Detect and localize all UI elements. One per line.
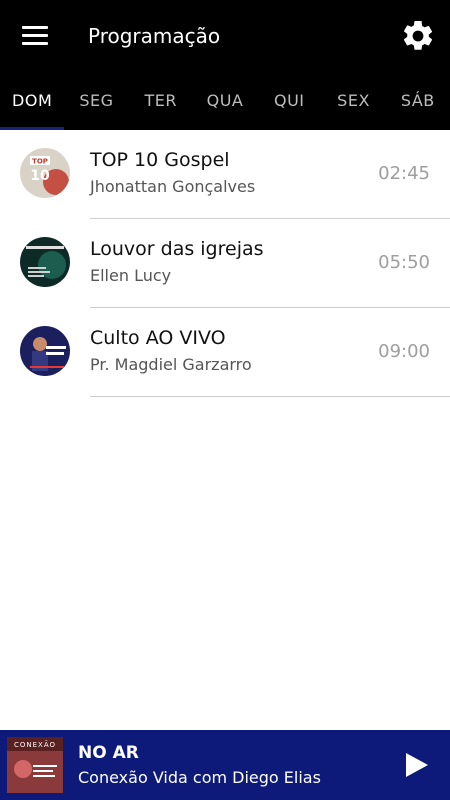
program-title: TOP 10 Gospel [90,149,230,171]
svg-text:TOP: TOP [32,158,48,166]
program-time: 05:50 [378,252,430,273]
tab-sex[interactable]: SEX [321,72,385,130]
list-item[interactable]: Culto AO VIVO Pr. Magdiel Garzarro 09:00 [0,308,450,397]
program-thumbnail: TOP 10 [20,148,70,198]
now-playing-status: NO AR [78,743,139,763]
tab-qua[interactable]: QUA [193,72,257,130]
svg-text:10: 10 [30,168,50,184]
now-playing-program: Conexão Vida com Diego Elias [78,768,321,787]
hamburger-menu-icon[interactable] [20,24,50,48]
program-host: Pr. Magdiel Garzarro [90,355,252,374]
svg-text:CONEXÃO: CONEXÃO [14,740,56,749]
tab-seg[interactable]: SEG [64,72,128,130]
program-thumbnail [20,237,70,287]
program-host: Jhonattan Gonçalves [90,177,256,196]
schedule-list: TOP 10 TOP 10 Gospel Jhonattan Gonçalves… [0,130,450,397]
program-host: Ellen Lucy [90,266,172,285]
program-time: 09:00 [378,341,430,362]
divider [90,396,450,397]
gear-icon[interactable] [400,18,436,54]
now-playing-thumbnail: CONEXÃO [7,737,63,793]
tab-qui[interactable]: QUI [257,72,321,130]
program-title: Louvor das igrejas [90,238,264,260]
tab-dom[interactable]: DOM [0,72,65,130]
day-tabs: DOM SEG TER QUA QUI SEX SÁB [0,72,450,130]
tab-sab[interactable]: SÁB [386,72,450,130]
page-title: Programação [88,24,221,48]
play-icon[interactable] [400,748,434,782]
now-playing-bar[interactable]: CONEXÃO NO AR Conexão Vida com Diego Eli… [0,730,450,800]
program-title: Culto AO VIVO [90,327,226,349]
app-bar: Programação [0,0,450,72]
tab-ter[interactable]: TER [129,72,193,130]
list-item[interactable]: Louvor das igrejas Ellen Lucy 05:50 [0,219,450,308]
list-item[interactable]: TOP 10 TOP 10 Gospel Jhonattan Gonçalves… [0,130,450,219]
program-thumbnail [20,326,70,376]
program-time: 02:45 [378,163,430,184]
